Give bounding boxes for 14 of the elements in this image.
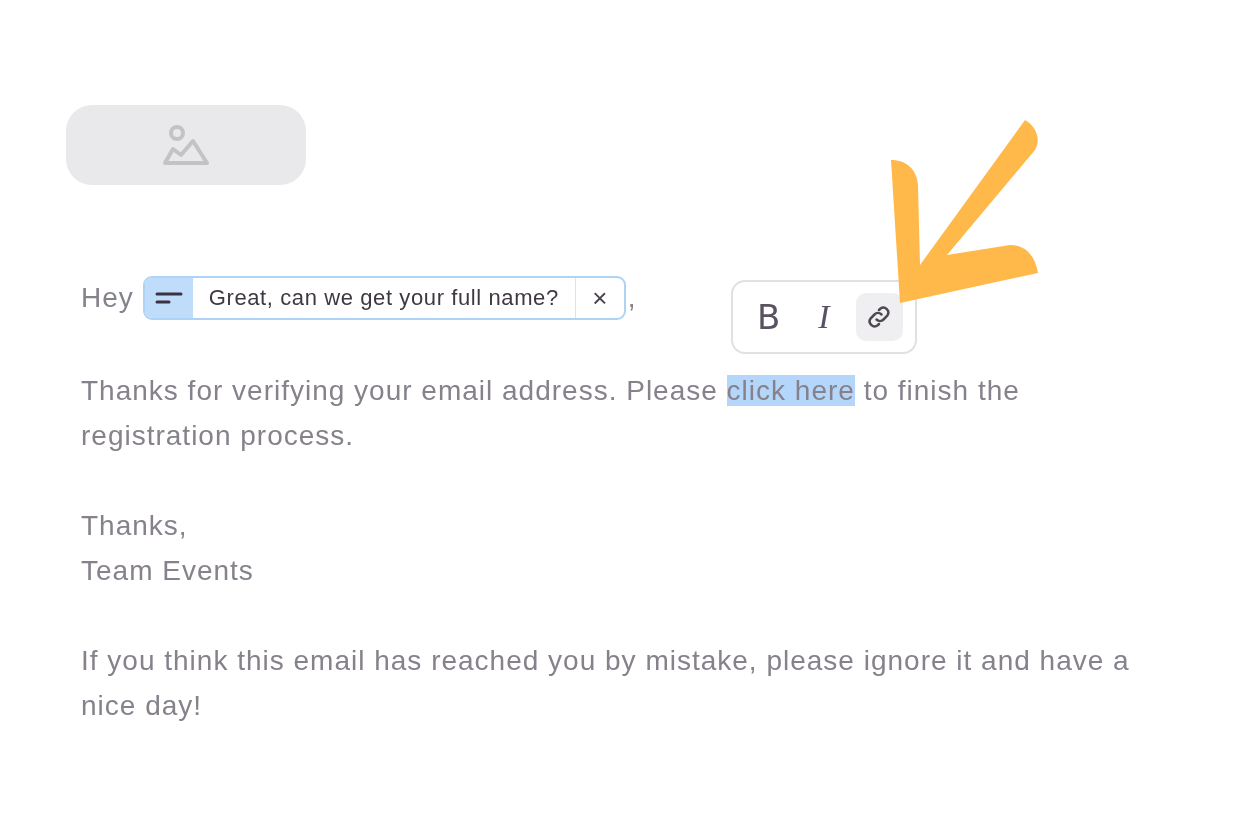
signature-line: Team Events bbox=[81, 554, 255, 588]
link-button[interactable] bbox=[855, 293, 903, 341]
text-lines-icon bbox=[154, 292, 183, 304]
body-paragraph: Thanks for verifying your email address. Please click here to finish the registration process. bbox=[81, 374, 1021, 453]
greeting-text: Hey bbox=[81, 282, 134, 314]
merge-field[interactable]: Great, can we get your full name? × bbox=[142, 276, 626, 320]
merge-field-text: Great, can we get your full name? bbox=[192, 278, 576, 318]
signature-line: Thanks, bbox=[81, 509, 189, 543]
close-button[interactable]: × bbox=[575, 278, 624, 318]
bold-button[interactable]: B bbox=[745, 293, 793, 341]
italic-button[interactable]: I bbox=[800, 293, 848, 341]
comma-text: , bbox=[627, 282, 637, 314]
body-paragraph: If you think this email has reached you by mistake, please ignore it and have a nice day! bbox=[81, 644, 1131, 723]
image-icon bbox=[161, 123, 211, 167]
